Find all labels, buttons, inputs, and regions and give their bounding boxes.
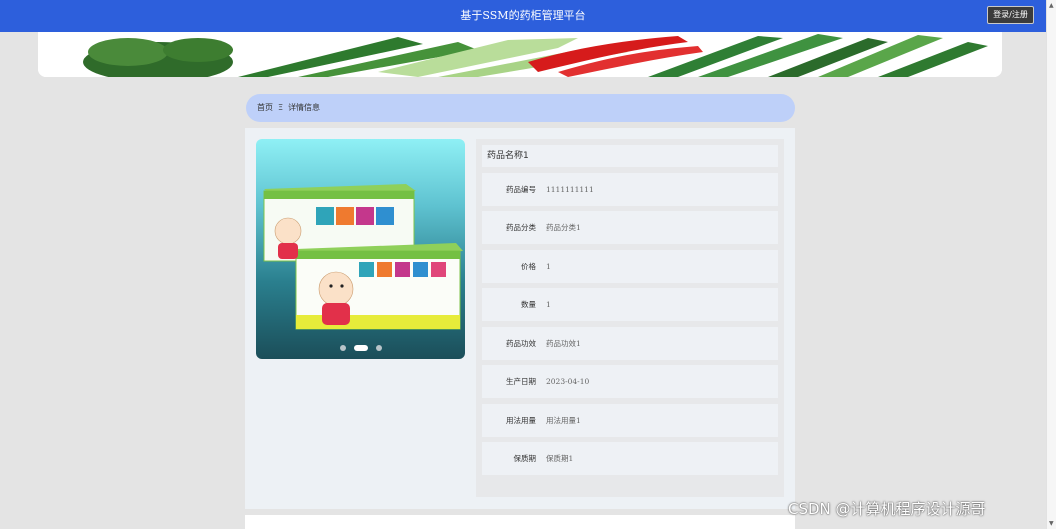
csdn-watermark: CSDN @计算机程序设计源哥 [788,500,986,518]
field-row-efficacy: 药品功效 药品功效1 [482,327,778,360]
field-value: 药品功效1 [546,339,581,348]
field-row-quantity: 数量 1 [482,288,778,321]
field-value: 1 [546,262,551,271]
field-label: 药品分类 [506,223,536,232]
breadcrumb-current: 详情信息 [288,103,321,112]
field-label: 生产日期 [506,377,536,386]
banner-illustration [38,32,1002,77]
field-value: 保质期1 [546,454,574,463]
vertical-scrollbar[interactable]: ▲ ▼ [1046,0,1056,529]
vegetable-banner-image [38,32,1002,77]
scroll-down-icon[interactable]: ▼ [1049,520,1054,527]
carousel-dot-2[interactable] [353,345,368,351]
field-row-code: 药品编号 1111111111 [482,173,778,206]
login-register-button[interactable]: 登录/注册 [987,6,1034,24]
field-label: 保质期 [513,454,537,463]
medicine-box-image [263,184,463,330]
field-row-dosage: 用法用量 用法用量1 [482,404,778,437]
breadcrumb-separator-icon: Ξ [278,103,284,112]
detail-info-panel: 药品名称1 药品编号 1111111111 药品分类 药品分类1 价格 1 数量… [476,139,784,497]
detail-content: 药品名称1 药品编号 1111111111 药品分类 药品分类1 价格 1 数量… [245,128,795,509]
top-navbar: 基于SSM的药柜管理平台 登录/注册 [0,0,1046,32]
field-label: 数量 [521,300,536,309]
field-value: 1111111111 [546,185,594,194]
scroll-up-icon[interactable]: ▲ [1049,2,1054,9]
field-row-category: 药品分类 药品分类1 [482,211,778,244]
field-row-price: 价格 1 [482,250,778,283]
field-label: 药品功效 [506,339,536,348]
site-title: 基于SSM的药柜管理平台 [460,9,586,22]
breadcrumb: 首页 Ξ 详情信息 [246,94,795,122]
carousel-dot-1[interactable] [339,345,346,351]
field-value: 2023-04-10 [546,377,590,386]
product-image-carousel[interactable] [256,139,465,359]
breadcrumb-home-link[interactable]: 首页 [257,103,273,112]
field-row-production-date: 生产日期 2023-04-10 [482,365,778,398]
bottom-section-card [245,515,795,529]
field-row-shelf-life: 保质期 保质期1 [482,442,778,475]
medicine-name: 药品名称1 [482,145,778,167]
field-value: 用法用量1 [546,416,581,425]
field-label: 用法用量 [506,416,536,425]
carousel-indicators [256,345,465,351]
carousel-dot-3[interactable] [375,345,382,351]
field-value: 1 [546,300,551,309]
field-value: 药品分类1 [546,223,581,232]
field-label: 价格 [521,262,536,271]
field-label: 药品编号 [506,185,536,194]
